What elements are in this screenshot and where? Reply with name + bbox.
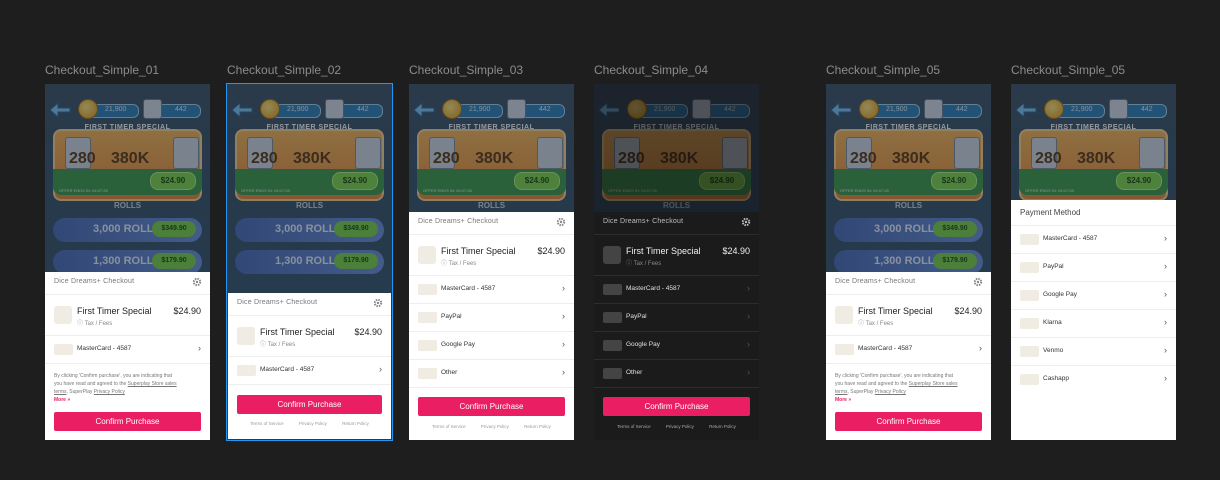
return-link[interactable]: Return Policy bbox=[342, 421, 369, 426]
payment-method-google-pay[interactable]: Google Pay › bbox=[409, 332, 574, 360]
chevron-right-icon: › bbox=[1164, 317, 1167, 327]
privacy-link[interactable]: Privacy Policy bbox=[299, 421, 327, 426]
gear-icon[interactable] bbox=[556, 217, 566, 227]
payment-method-google-pay[interactable]: Google Pay › bbox=[594, 332, 759, 360]
frame-title-6: Checkout_Simple_05 bbox=[1011, 63, 1126, 77]
checkout-sheet: Dice Dreams+ Checkout First Timer Specia… bbox=[228, 293, 391, 439]
product-row: First Timer Special ⓘ Tax / Fees $24.90 bbox=[594, 235, 759, 276]
frame-checkout-simple-05[interactable]: 21,900 442 FIRST TIMER SPECIAL 280 380K … bbox=[826, 84, 991, 440]
frame-checkout-simple-01[interactable]: 21,900 442 FIRST TIMER SPECIAL 280 380K … bbox=[45, 84, 210, 440]
confirm-purchase-button[interactable]: Confirm Purchase bbox=[54, 412, 201, 431]
chevron-right-icon: › bbox=[562, 339, 565, 349]
tax-fees[interactable]: ⓘ Tax / Fees bbox=[626, 258, 661, 267]
payment-method-mastercard[interactable]: MasterCard - 4587 › bbox=[1011, 226, 1176, 254]
frame-payment-method[interactable]: 21,900 442 FIRST TIMER SPECIAL 280 380K … bbox=[1011, 84, 1176, 440]
tax-fees[interactable]: ⓘ Tax / Fees bbox=[441, 258, 476, 267]
payment-method-paypal[interactable]: PayPal › bbox=[409, 304, 574, 332]
chevron-right-icon: › bbox=[562, 367, 565, 377]
frame-title-2: Checkout_Simple_02 bbox=[227, 63, 342, 77]
payment-method-other[interactable]: Other › bbox=[409, 360, 574, 388]
payment-method-mastercard[interactable]: MasterCard - 4587 › bbox=[45, 336, 210, 364]
payment-method-mastercard[interactable]: MasterCard - 4587 › bbox=[409, 276, 574, 304]
tax-fees[interactable]: ⓘ Tax / Fees bbox=[77, 318, 112, 327]
payment-method-google-pay[interactable]: Google Pay › bbox=[1011, 282, 1176, 310]
chevron-right-icon: › bbox=[562, 283, 565, 293]
payment-method-cashapp[interactable]: Cashapp › bbox=[1011, 366, 1176, 393]
payment-method-other[interactable]: Other › bbox=[594, 360, 759, 388]
checkout-sheet: Dice Dreams+ Checkout First Timer Specia… bbox=[45, 272, 210, 440]
legal-text: By clicking 'Confirm purchase', you are … bbox=[54, 373, 177, 403]
chevron-right-icon: › bbox=[1164, 345, 1167, 355]
chevron-right-icon: › bbox=[747, 339, 750, 349]
chevron-right-icon: › bbox=[198, 343, 201, 353]
chevron-right-icon: › bbox=[1164, 289, 1167, 299]
confirm-purchase-button[interactable]: Confirm Purchase bbox=[237, 395, 382, 414]
payment-method-sheet: Payment Method MasterCard - 4587 › PayPal… bbox=[1011, 200, 1176, 440]
chevron-right-icon: › bbox=[1164, 373, 1167, 383]
product-thumbnail bbox=[54, 306, 72, 324]
checkout-header: Dice Dreams+ Checkout bbox=[54, 278, 135, 285]
payment-method-title: Payment Method bbox=[1020, 208, 1081, 217]
frame-checkout-simple-04[interactable]: 21,900 442 FIRST TIMER SPECIAL 280 380K … bbox=[594, 84, 759, 440]
gear-icon[interactable] bbox=[741, 217, 751, 227]
chevron-right-icon: › bbox=[1164, 233, 1167, 243]
confirm-purchase-button[interactable]: Confirm Purchase bbox=[418, 397, 565, 416]
payment-method-mastercard[interactable]: MasterCard - 4587 › bbox=[594, 276, 759, 304]
tax-fees[interactable]: ⓘ Tax / Fees bbox=[858, 318, 893, 327]
chevron-right-icon: › bbox=[747, 311, 750, 321]
tax-fees[interactable]: ⓘ Tax / Fees bbox=[260, 339, 295, 348]
frame-checkout-simple-02[interactable]: 21,900 442 FIRST TIMER SPECIAL 280 380K … bbox=[226, 83, 393, 441]
footer-links: Terms of Service Privacy Policy Return P… bbox=[617, 424, 736, 429]
product-row: First Timer Special ⓘ Tax / Fees $24.90 bbox=[228, 316, 391, 357]
terms-link[interactable]: Terms of Service bbox=[250, 421, 284, 426]
checkout-sheet-dark: Dice Dreams+ Checkout First Timer Specia… bbox=[594, 212, 759, 440]
chevron-right-icon: › bbox=[1164, 261, 1167, 271]
payment-method-mastercard[interactable]: MasterCard - 4587 › bbox=[826, 336, 991, 364]
chevron-right-icon: › bbox=[562, 311, 565, 321]
product-row: First Timer Special ⓘ Tax / Fees $24.90 bbox=[45, 295, 210, 336]
card-icon bbox=[237, 365, 256, 376]
payment-method-venmo[interactable]: Venmo › bbox=[1011, 338, 1176, 366]
more-link[interactable]: More » bbox=[54, 397, 70, 403]
footer-links: Terms of Service Privacy Policy Return P… bbox=[228, 421, 391, 426]
payment-method-klarna[interactable]: Klarna › bbox=[1011, 310, 1176, 338]
frame-checkout-simple-03[interactable]: 21,900 442 FIRST TIMER SPECIAL 280 380K … bbox=[409, 84, 574, 440]
card-icon bbox=[54, 344, 73, 355]
chevron-right-icon: › bbox=[979, 343, 982, 353]
gear-icon[interactable] bbox=[192, 277, 202, 287]
footer-links: Terms of Service Privacy Policy Return P… bbox=[432, 424, 551, 429]
confirm-purchase-button[interactable]: Confirm Purchase bbox=[835, 412, 982, 431]
confirm-purchase-button[interactable]: Confirm Purchase bbox=[603, 397, 750, 416]
payment-method-mastercard[interactable]: MasterCard - 4587 › bbox=[228, 357, 391, 385]
chevron-right-icon: › bbox=[747, 283, 750, 293]
frame-title-4: Checkout_Simple_04 bbox=[594, 63, 709, 77]
checkout-sheet: Dice Dreams+ Checkout First Timer Specia… bbox=[826, 272, 991, 440]
product-row: First Timer Special ⓘ Tax / Fees $24.90 bbox=[826, 295, 991, 336]
legal-text: By clicking 'Confirm purchase', you are … bbox=[835, 373, 958, 403]
payment-method-paypal[interactable]: PayPal › bbox=[1011, 254, 1176, 282]
product-name: First Timer Special bbox=[77, 306, 152, 316]
frame-title-5: Checkout_Simple_05 bbox=[826, 63, 941, 77]
more-link[interactable]: More » bbox=[835, 397, 851, 403]
product-price: $24.90 bbox=[173, 306, 201, 316]
frame-title-3: Checkout_Simple_03 bbox=[409, 63, 524, 77]
chevron-right-icon: › bbox=[379, 364, 382, 374]
product-row: First Timer Special ⓘ Tax / Fees $24.90 bbox=[409, 235, 574, 276]
gear-icon[interactable] bbox=[973, 277, 983, 287]
frame-title-1: Checkout_Simple_01 bbox=[45, 63, 160, 77]
payment-method-paypal[interactable]: PayPal › bbox=[594, 304, 759, 332]
gear-icon[interactable] bbox=[373, 298, 383, 308]
checkout-sheet: Dice Dreams+ Checkout First Timer Specia… bbox=[409, 212, 574, 440]
chevron-right-icon: › bbox=[747, 367, 750, 377]
